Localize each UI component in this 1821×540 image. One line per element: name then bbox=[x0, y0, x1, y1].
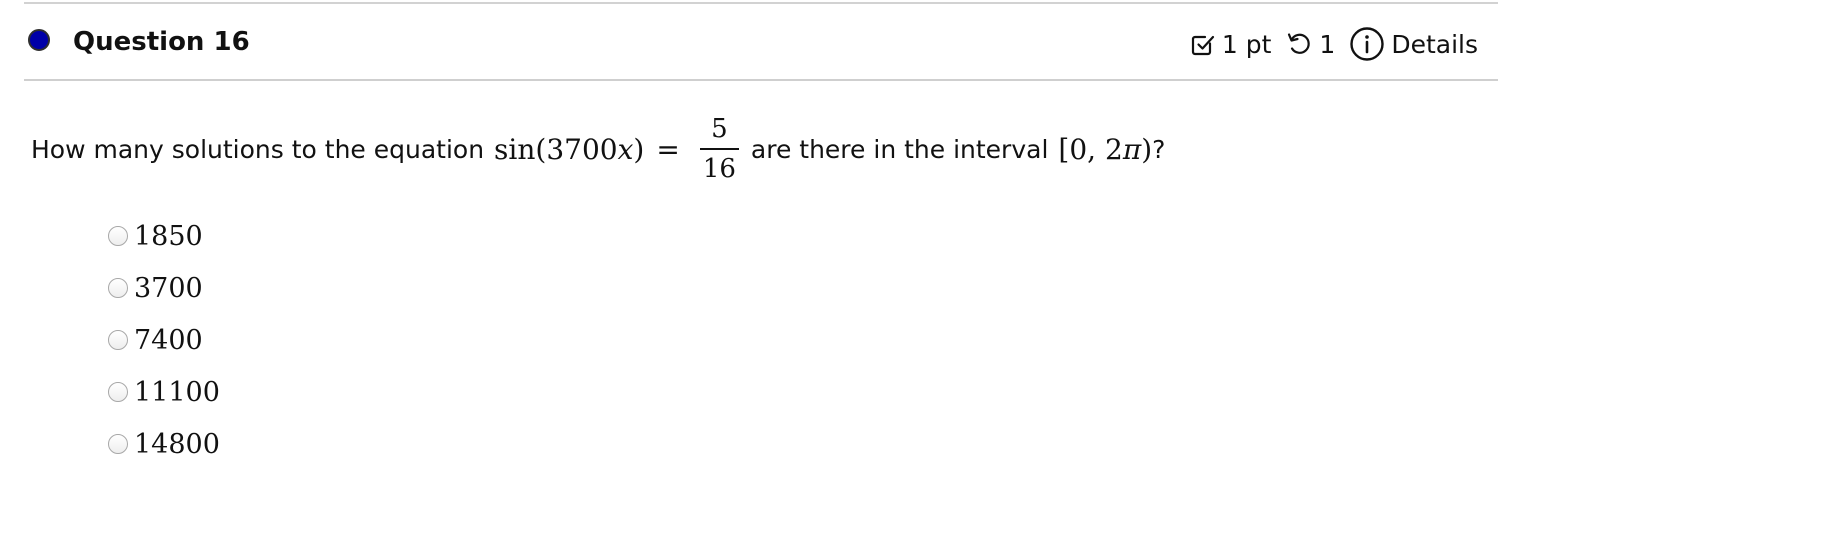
answer-option[interactable]: 14800 bbox=[108, 418, 220, 470]
interval-start: 0 bbox=[1069, 132, 1088, 166]
question-header: Question 16 1 pt 1 Details bbox=[24, 4, 1498, 81]
interval-end-coef: 2 bbox=[1104, 132, 1123, 166]
fraction-denominator: 16 bbox=[702, 154, 736, 184]
interval-open: [ bbox=[1058, 132, 1070, 166]
interval-close: ) bbox=[1141, 132, 1153, 166]
close-paren: ) bbox=[633, 132, 645, 166]
details-button[interactable]: Details bbox=[1349, 26, 1478, 62]
equals-sign: = bbox=[656, 132, 680, 166]
interval: [0, 2π) bbox=[1058, 133, 1152, 166]
interval-comma: , bbox=[1087, 132, 1097, 166]
fraction: 5 16 bbox=[699, 114, 739, 184]
checkbox-score-icon bbox=[1190, 31, 1216, 57]
radio-button[interactable] bbox=[108, 278, 128, 298]
question-status-dot bbox=[28, 29, 50, 51]
answer-option-label: 3700 bbox=[134, 272, 203, 304]
answer-option[interactable]: 1850 bbox=[108, 210, 220, 262]
equation-lhs: sin(3700x) bbox=[494, 133, 644, 166]
retry-attempts-icon bbox=[1285, 30, 1313, 58]
question-prompt: How many solutions to the equation sin(3… bbox=[31, 108, 1165, 190]
question-title: Question 16 bbox=[73, 27, 250, 57]
variable: x bbox=[617, 132, 634, 166]
details-label: Details bbox=[1391, 29, 1478, 59]
answer-option-label: 14800 bbox=[134, 428, 220, 460]
answer-option-label: 1850 bbox=[134, 220, 203, 252]
prompt-text-middle: are there in the interval bbox=[750, 134, 1049, 164]
answer-option-label: 7400 bbox=[134, 324, 203, 356]
function-name: sin bbox=[494, 132, 536, 166]
attempts-value: 1 bbox=[1319, 29, 1336, 59]
radio-button[interactable] bbox=[108, 434, 128, 454]
fraction-numerator: 5 bbox=[711, 114, 728, 144]
points-value: 1 pt bbox=[1221, 29, 1272, 59]
coefficient: 3700 bbox=[546, 132, 618, 166]
interval-end-symbol: π bbox=[1122, 132, 1142, 166]
open-paren: ( bbox=[535, 132, 547, 166]
radio-button[interactable] bbox=[108, 382, 128, 402]
radio-button[interactable] bbox=[108, 330, 128, 350]
question-meta: 1 pt 1 Details bbox=[1190, 24, 1478, 64]
info-icon bbox=[1349, 26, 1385, 62]
answer-option[interactable]: 3700 bbox=[108, 262, 220, 314]
prompt-text-before: How many solutions to the equation bbox=[31, 134, 485, 164]
radio-button[interactable] bbox=[108, 226, 128, 246]
fraction-bar bbox=[699, 148, 739, 150]
answer-option[interactable]: 11100 bbox=[108, 366, 220, 418]
answer-options: 1850 3700 7400 11100 14800 bbox=[108, 210, 220, 470]
answer-option[interactable]: 7400 bbox=[108, 314, 220, 366]
question-mark: ? bbox=[1152, 134, 1166, 164]
answer-option-label: 11100 bbox=[134, 376, 220, 408]
question-card: Question 16 1 pt 1 Details bbox=[24, 2, 1498, 81]
